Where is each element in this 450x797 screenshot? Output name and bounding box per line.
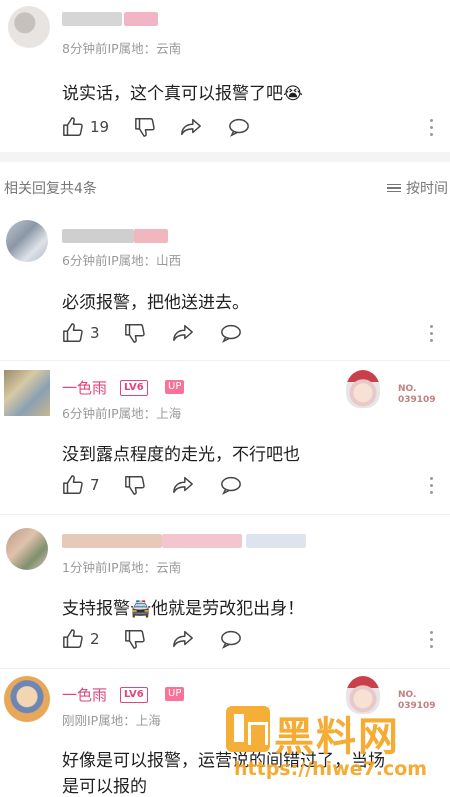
sort-toggle[interactable]: 按时间 xyxy=(387,178,448,198)
badge-no: NO. xyxy=(398,384,417,394)
comment-meta: 1分钟前IP属地：云南 xyxy=(62,560,182,575)
reply-button[interactable] xyxy=(220,322,242,344)
share-icon xyxy=(173,630,193,648)
like-count: 2 xyxy=(90,630,100,648)
username-blurred xyxy=(162,534,242,548)
comment-meta: 6分钟前IP属地：上海 xyxy=(62,406,182,421)
username-blurred xyxy=(134,229,168,243)
like-button[interactable]: 7 xyxy=(62,474,100,496)
like-button[interactable]: 2 xyxy=(62,628,100,650)
more-options-icon[interactable] xyxy=(430,119,434,140)
divider xyxy=(0,360,450,361)
avatar[interactable] xyxy=(6,220,48,262)
share-icon xyxy=(173,476,193,494)
like-count: 7 xyxy=(90,476,100,494)
badge-id: 039109 xyxy=(398,395,436,405)
comment-text: 没到露点程度的走光，不行吧也 xyxy=(62,445,300,465)
comment-text-part: 支持报警 xyxy=(62,599,130,619)
like-count: 3 xyxy=(90,324,100,342)
watermark-logo-icon xyxy=(226,706,270,752)
up-badge: UP xyxy=(165,687,185,701)
comment-bubble-icon xyxy=(221,630,241,649)
comment-text-part: 他就是劳改犯出身！ xyxy=(151,599,305,619)
comment-text: 支持报警🚔他就是劳改犯出身！ xyxy=(62,594,304,619)
comment-bubble-icon xyxy=(221,476,241,495)
thumbs-down-icon xyxy=(135,118,155,137)
comment-actions: 7 xyxy=(62,474,442,500)
avatar[interactable] xyxy=(8,6,50,48)
comment-actions: 3 xyxy=(62,322,442,348)
more-options-icon[interactable] xyxy=(430,325,434,346)
replies-count: 相关回复共4条 xyxy=(4,181,97,197)
thumbs-up-icon xyxy=(63,323,83,342)
police-car-emoji: 🚔 xyxy=(130,599,152,619)
comment-meta: 刚刚IP属地：上海 xyxy=(62,713,161,728)
level-badge: LV6 xyxy=(120,380,148,396)
avatar[interactable] xyxy=(4,676,50,722)
username-blurred[interactable] xyxy=(62,534,162,548)
share-icon xyxy=(181,118,201,136)
divider xyxy=(0,514,450,515)
like-button[interactable]: 3 xyxy=(62,322,100,344)
reply-button[interactable] xyxy=(228,116,250,138)
avatar[interactable] xyxy=(6,528,48,570)
reply-button[interactable] xyxy=(220,474,242,496)
username[interactable]: 一色雨 xyxy=(62,377,107,398)
username-blurred[interactable] xyxy=(62,12,122,26)
watermark-brand: 黑料网 xyxy=(274,714,400,760)
badge-no: NO. xyxy=(398,690,417,700)
comment-text-body: 说实话，这个真可以报警了吧 xyxy=(62,84,283,104)
fan-badge[interactable]: NO. 039109 xyxy=(340,370,440,410)
reply-button[interactable] xyxy=(220,628,242,650)
thumbs-down-icon xyxy=(125,324,145,343)
comment-bubble-icon xyxy=(221,324,241,343)
section-separator xyxy=(0,152,450,162)
comment-meta: 8分钟前IP属地：云南 xyxy=(62,41,182,56)
share-button[interactable] xyxy=(180,116,202,138)
username[interactable]: 一色雨 xyxy=(62,684,107,705)
thumbs-up-icon xyxy=(63,117,83,136)
share-button[interactable] xyxy=(172,322,194,344)
avatar[interactable] xyxy=(4,370,50,416)
more-options-icon[interactable] xyxy=(430,631,434,652)
dislike-button[interactable] xyxy=(124,628,146,650)
sort-lines-icon xyxy=(387,182,401,195)
level-badge: LV6 xyxy=(120,687,148,703)
thumbs-down-icon xyxy=(125,630,145,649)
divider xyxy=(0,668,450,669)
comment-text: 是可以报的 xyxy=(62,777,147,797)
more-options-icon[interactable] xyxy=(430,477,434,498)
badge-id: 039109 xyxy=(398,701,436,711)
thumbs-down-icon xyxy=(125,476,145,495)
dislike-button[interactable] xyxy=(124,322,146,344)
comment-actions: 2 xyxy=(62,628,442,654)
username-blurred xyxy=(124,12,158,26)
crying-emoji: 😭 xyxy=(283,84,303,104)
up-badge: UP xyxy=(165,380,185,394)
thumbs-up-icon xyxy=(63,629,83,648)
share-icon xyxy=(173,324,193,342)
badge-character-icon xyxy=(346,370,380,408)
thumbs-up-icon xyxy=(63,475,83,494)
like-button[interactable]: 19 xyxy=(62,116,109,138)
comment-meta: 6分钟前IP属地：山西 xyxy=(62,253,182,268)
sort-label: 按时间 xyxy=(406,181,448,197)
dislike-button[interactable] xyxy=(124,474,146,496)
share-button[interactable] xyxy=(172,628,194,650)
watermark-url: https://hiwe7.com xyxy=(234,758,428,780)
dislike-button[interactable] xyxy=(134,116,156,138)
like-count: 19 xyxy=(90,118,110,136)
comment-bubble-icon xyxy=(229,118,249,137)
username-blurred[interactable] xyxy=(62,229,134,243)
comment-text: 必须报警，把他送进去。 xyxy=(62,293,249,313)
comment-text: 说实话，这个真可以报警了吧😭 xyxy=(62,79,303,104)
username-blurred xyxy=(246,534,306,548)
comment-actions: 19 xyxy=(62,116,442,142)
share-button[interactable] xyxy=(172,474,194,496)
